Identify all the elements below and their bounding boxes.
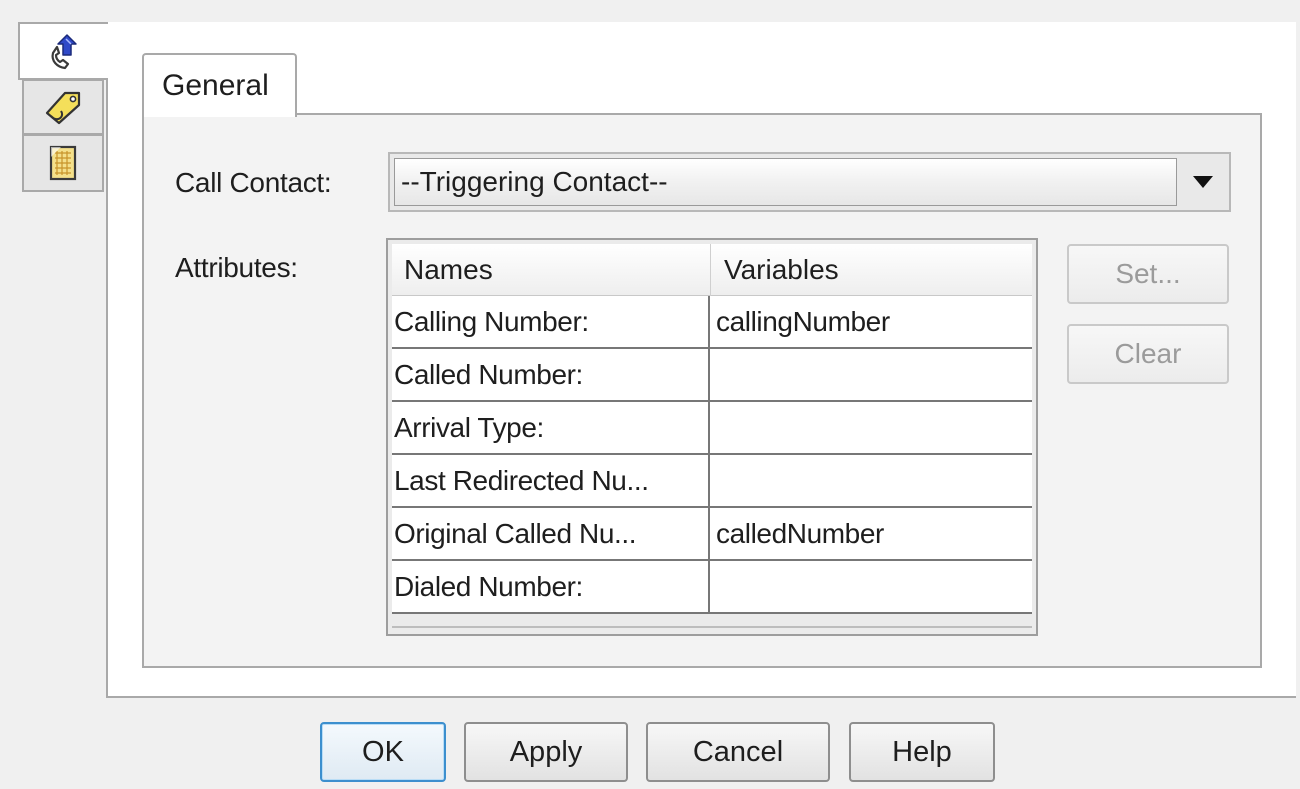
- phone-call-icon: [47, 31, 81, 71]
- attribute-name-cell: Arrival Type:: [392, 402, 710, 453]
- side-tab-tag[interactable]: [22, 79, 104, 135]
- document-icon: [47, 144, 79, 182]
- tab-general-label: General: [162, 69, 269, 102]
- side-tab-call[interactable]: [18, 22, 108, 80]
- attribute-variable-cell[interactable]: callingNumber: [712, 296, 1032, 347]
- set-button[interactable]: Set...: [1067, 244, 1229, 304]
- table-row[interactable]: Original Called Nu... calledNumber: [392, 508, 1032, 561]
- tag-icon: [41, 87, 85, 127]
- attributes-label: Attributes:: [175, 252, 298, 283]
- attributes-table: Names Variables Calling Number: callingN…: [386, 238, 1038, 636]
- attribute-variable-cell[interactable]: [712, 455, 1032, 506]
- clear-button[interactable]: Clear: [1067, 324, 1229, 384]
- call-contact-dropdown-button[interactable]: [1177, 154, 1229, 210]
- table-row[interactable]: Arrival Type:: [392, 402, 1032, 455]
- table-bottom-edge: [392, 616, 1032, 628]
- table-row[interactable]: Dialed Number:: [392, 561, 1032, 614]
- attribute-variable-cell[interactable]: [712, 349, 1032, 400]
- help-button[interactable]: Help: [849, 722, 995, 782]
- attribute-name-cell: Called Number:: [392, 349, 710, 400]
- attribute-variable-cell[interactable]: [712, 402, 1032, 453]
- attribute-name-cell: Original Called Nu...: [392, 508, 710, 559]
- apply-button[interactable]: Apply: [464, 722, 628, 782]
- call-contact-combobox[interactable]: --Triggering Contact--: [388, 152, 1231, 212]
- attribute-variable-cell[interactable]: [712, 561, 1032, 612]
- table-row[interactable]: Calling Number: callingNumber: [392, 296, 1032, 349]
- call-contact-value[interactable]: --Triggering Contact--: [394, 158, 1177, 206]
- call-contact-selected-text: --Triggering Contact--: [401, 166, 668, 197]
- table-row[interactable]: Last Redirected Nu...: [392, 455, 1032, 508]
- column-header-variables[interactable]: Variables: [712, 244, 1032, 296]
- attribute-variable-cell[interactable]: calledNumber: [712, 508, 1032, 559]
- column-header-names[interactable]: Names: [392, 244, 711, 296]
- attributes-table-body: Calling Number: callingNumber Called Num…: [392, 296, 1032, 614]
- chevron-down-icon: [1192, 175, 1214, 189]
- dialog-window: General Call Contact: --Triggering Conta…: [0, 0, 1300, 789]
- attribute-name-cell: Last Redirected Nu...: [392, 455, 710, 506]
- ok-button[interactable]: OK: [320, 722, 446, 782]
- table-row[interactable]: Called Number:: [392, 349, 1032, 402]
- cancel-button[interactable]: Cancel: [646, 722, 830, 782]
- call-contact-label: Call Contact:: [175, 167, 332, 198]
- attribute-name-cell: Calling Number:: [392, 296, 710, 347]
- side-tab-document[interactable]: [22, 134, 104, 192]
- tab-general[interactable]: General: [142, 53, 297, 117]
- attributes-table-header: Names Variables: [392, 244, 1032, 296]
- attribute-name-cell: Dialed Number:: [392, 561, 710, 612]
